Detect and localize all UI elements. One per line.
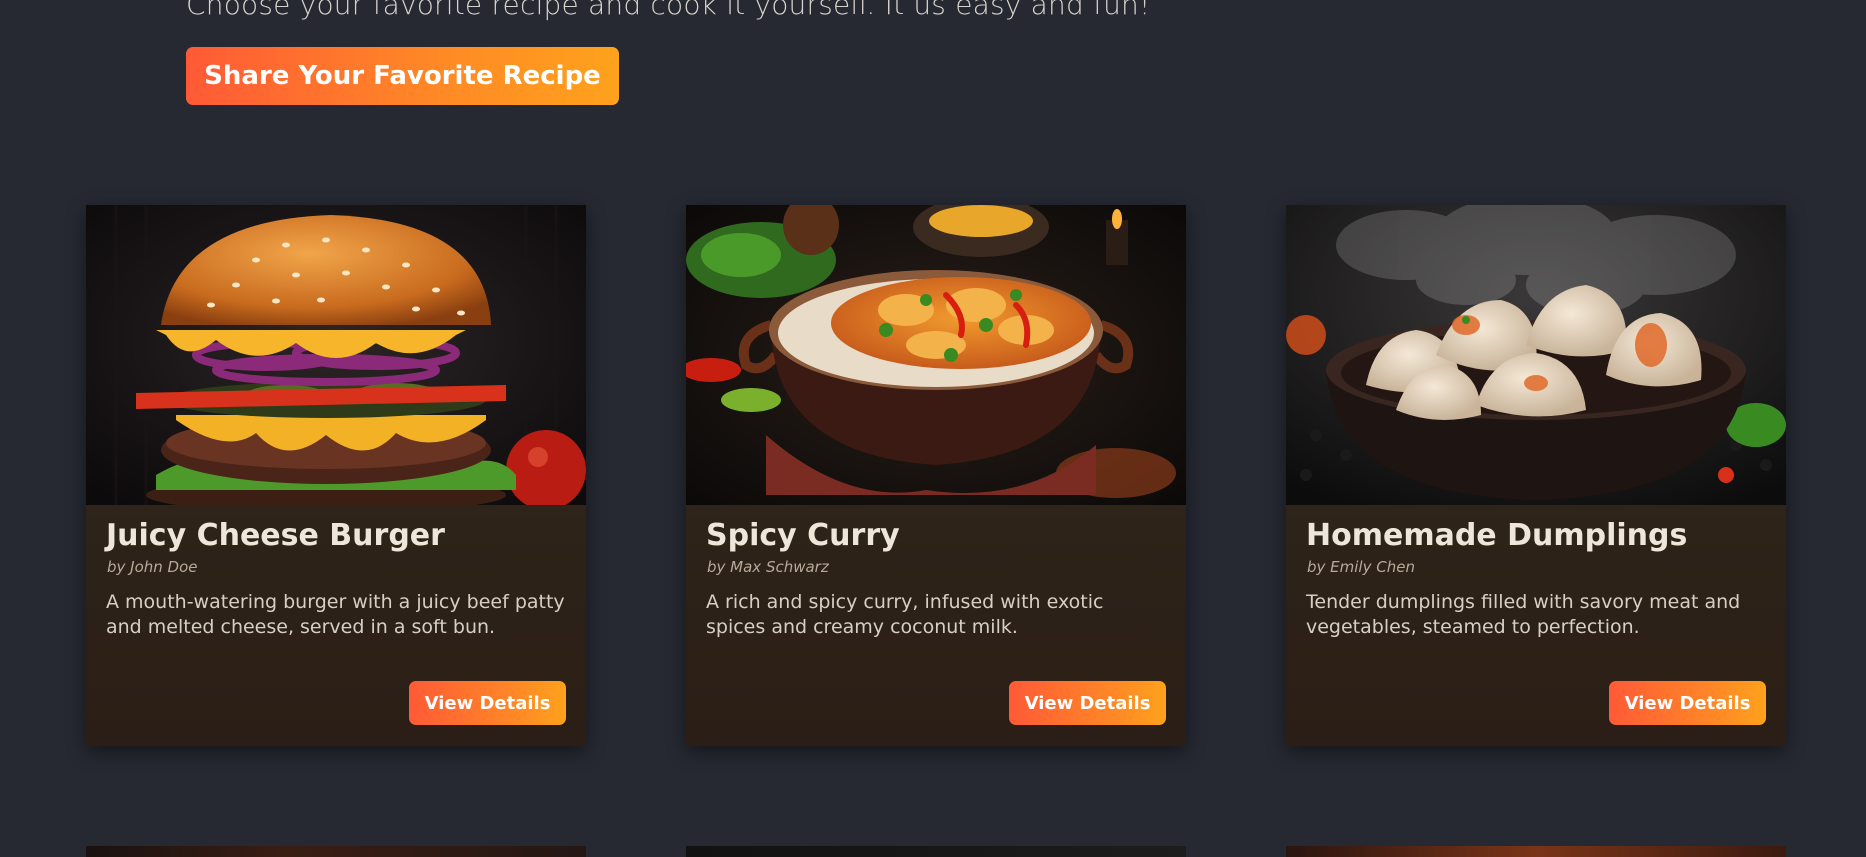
recipe-card-partial [86,846,586,857]
recipe-card-curry: Spicy Curry by Max Schwarz A rich and sp… [686,205,1186,746]
recipe-card-dumplings: Homemade Dumplings by Emily Chen Tender … [1286,205,1786,746]
recipe-card-partial [1286,846,1786,857]
recipe-author: by Max Schwarz [707,558,829,576]
recipe-title: Juicy Cheese Burger [106,518,445,553]
recipe-title: Spicy Curry [706,518,900,553]
recipe-description: Tender dumplings filled with savory meat… [1306,591,1741,638]
recipe-description: A rich and spicy curry, infused with exo… [706,591,1104,638]
view-details-button[interactable]: View Details [1009,681,1166,725]
recipe-title: Homemade Dumplings [1306,518,1688,553]
share-recipe-button[interactable]: Share Your Favorite Recipe [186,47,619,105]
curry-image [686,205,1186,505]
view-details-button[interactable]: View Details [409,681,566,725]
dumplings-image [1286,205,1786,505]
recipe-author: by John Doe [107,558,198,576]
recipe-author: by Emily Chen [1307,558,1415,576]
view-details-button[interactable]: View Details [1609,681,1766,725]
recipe-card-burger: Juicy Cheese Burger by John Doe A mouth-… [86,205,586,746]
recipe-description: A mouth-watering burger with a juicy bee… [106,591,565,638]
recipe-card-partial [686,846,1186,857]
hero-subtitle: Choose your favorite recipe and cook it … [186,0,1151,21]
burger-image [86,205,586,505]
